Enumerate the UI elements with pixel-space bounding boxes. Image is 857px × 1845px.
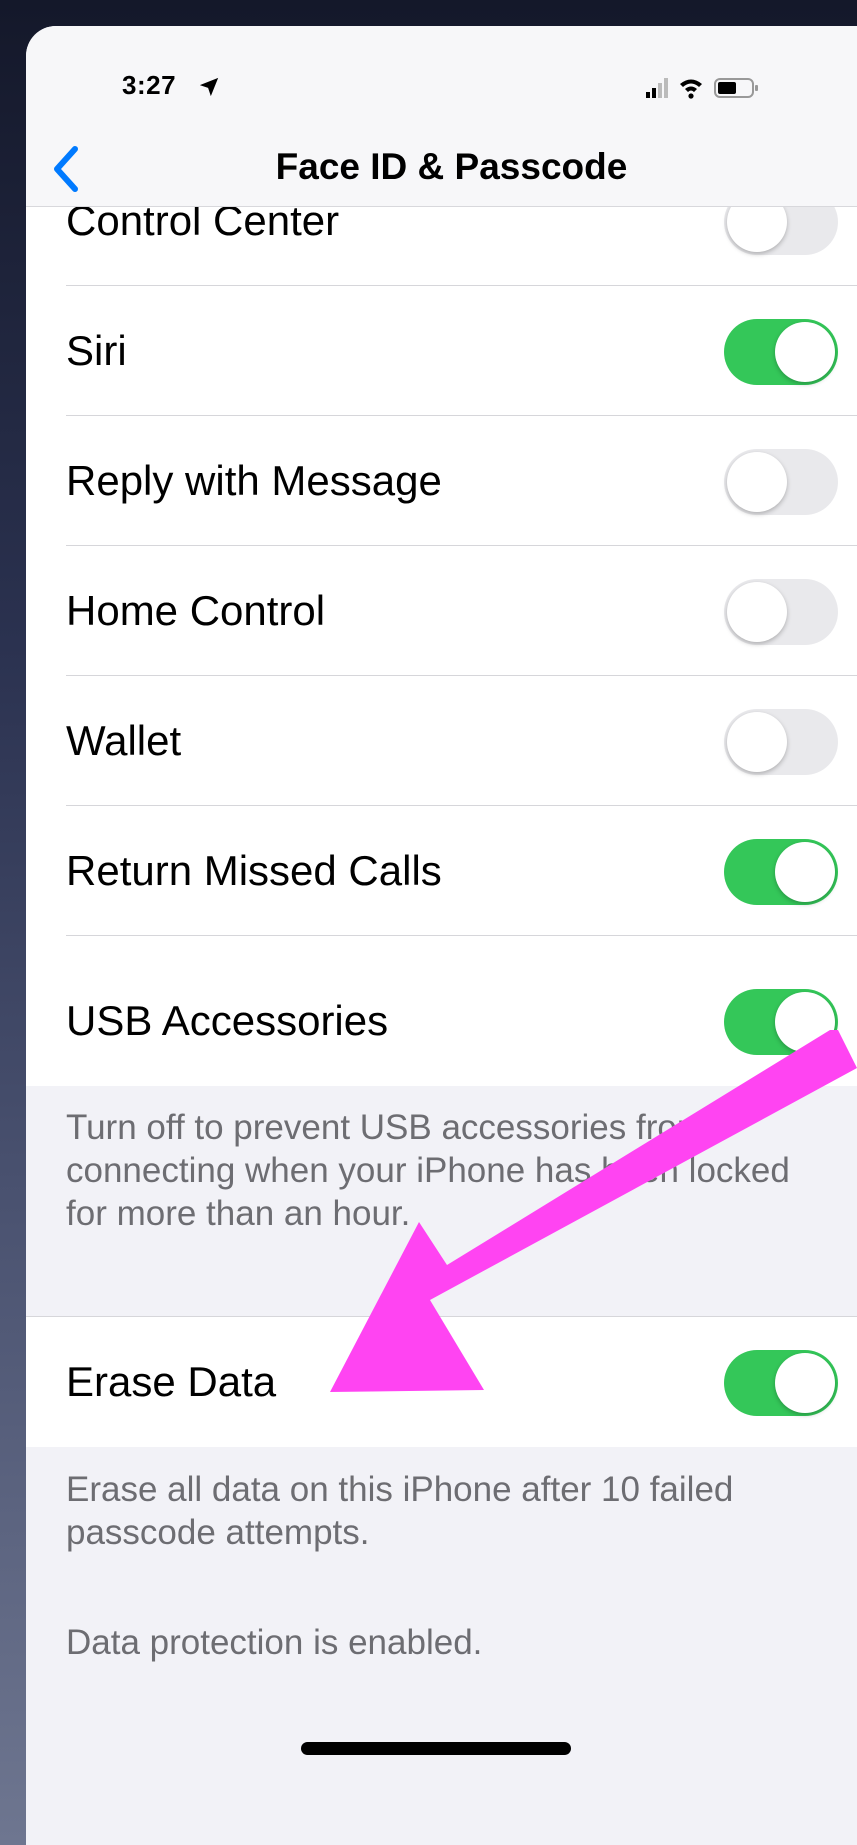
usb-accessories-toggle[interactable] [724,989,838,1055]
row-label: Reply with Message [66,457,442,504]
home-control-toggle[interactable] [724,579,838,645]
erase-data-toggle[interactable] [724,1350,838,1416]
row-label: Return Missed Calls [66,847,442,894]
wifi-icon [680,79,702,99]
signal-bars-icon [646,78,668,98]
row-usb-accessories: USB Accessories [26,956,857,1086]
page-title: Face ID & Passcode [275,146,628,187]
erase-data-footer: Erase all data on this iPhone after 10 f… [66,1470,734,1552]
reply-with-message-toggle[interactable] [724,449,838,515]
settings-group-erase-data: Erase Data [26,1316,857,1447]
row-siri: Siri [26,286,857,416]
data-protection-footer: Data protection is enabled. [66,1623,483,1662]
phone-screen: 3:27 Face ID & Passcode Control Center S… [26,26,857,1845]
row-erase-data: Erase Data [26,1317,857,1447]
wallet-toggle[interactable] [724,709,838,775]
row-home-control: Home Control [26,546,857,676]
row-label: Home Control [66,587,326,634]
navigation-bar: Face ID & Passcode [26,126,857,207]
home-indicator[interactable] [301,1742,571,1755]
row-label: Erase Data [66,1358,277,1405]
siri-toggle[interactable] [724,319,838,385]
settings-group-lock-access: Control Center Siri Reply with Message H… [26,156,857,956]
row-wallet: Wallet [26,676,857,806]
row-label: Wallet [66,717,182,764]
return-missed-calls-toggle[interactable] [724,839,838,905]
usb-accessories-footer: Turn off to prevent USB accessories from… [66,1108,790,1233]
row-label: USB Accessories [66,997,389,1044]
location-arrow-icon [199,77,219,97]
row-usb-accessories-wrapper: USB Accessories [26,956,857,1086]
status-icons [646,78,758,99]
battery-icon [714,78,758,98]
row-reply-with-message: Reply with Message [26,416,857,546]
row-label: Siri [66,327,127,374]
row-return-missed-calls: Return Missed Calls [26,806,857,936]
status-time: 3:27 [122,70,177,100]
status-bar: 3:27 [26,26,857,126]
